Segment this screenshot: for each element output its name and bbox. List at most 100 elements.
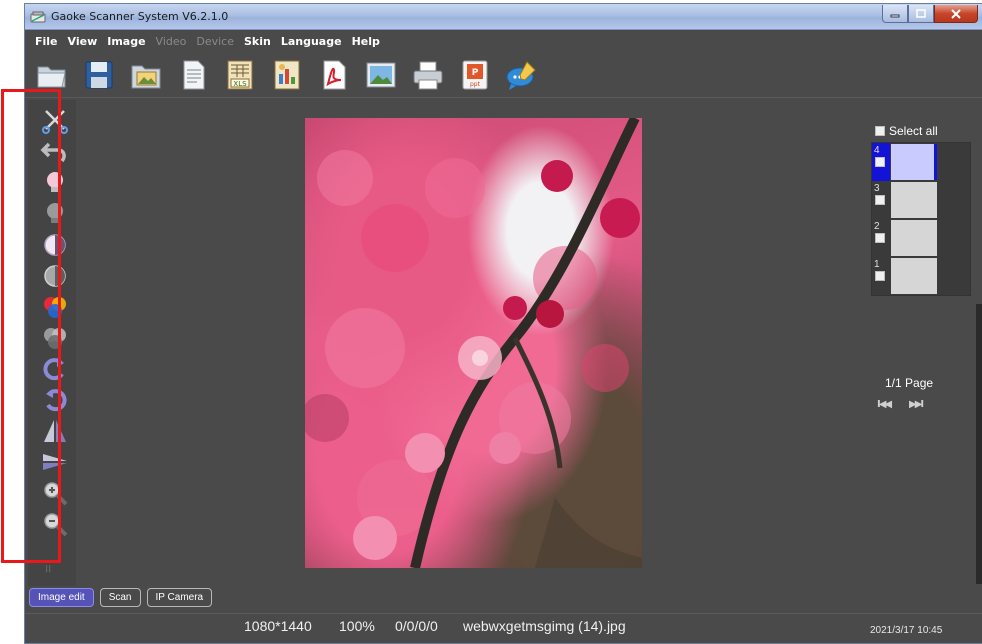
select-all-control[interactable]: Select all [875,124,938,138]
rotate-left-button[interactable] [38,385,72,415]
excel-label: XLS [233,80,247,88]
thumbnail-item[interactable]: 2 [872,219,970,257]
tab-ip-camera[interactable]: IP Camera [146,588,213,607]
thumbnail-item[interactable]: 4 [872,143,970,181]
rotate-right-button[interactable] [38,354,72,384]
contrast-down-icon [44,265,66,287]
save-icon [85,61,113,88]
picture-icon [366,62,396,87]
menu-file[interactable]: File [35,35,58,48]
picture-button[interactable] [364,58,398,92]
thumbnail-number: 1 [874,259,880,270]
rotate-left-icon [46,389,67,412]
thumbnail-number: 3 [874,183,880,194]
menu-skin[interactable]: Skin [244,35,271,48]
maximize-icon [916,9,926,18]
menu-view[interactable]: View [68,35,98,48]
flip-vertical-button[interactable] [38,447,72,477]
open-button[interactable] [35,58,69,92]
color-saturation-down-button[interactable] [38,323,72,353]
select-all-label: Select all [889,124,938,138]
scanner-app-icon [30,11,46,23]
svg-text:P: P [472,68,479,78]
tab-scan[interactable]: Scan [99,588,141,607]
zoom-in-icon [44,482,68,506]
flip-horizontal-button[interactable] [38,416,72,446]
thumbnail-number: 4 [874,145,880,156]
crop-button[interactable] [38,106,72,136]
thumbnail-checkbox[interactable] [875,157,885,167]
thumbnail-number: 2 [874,221,880,232]
ppt-label: ppt [470,81,481,88]
thumbnail-checkbox[interactable] [875,195,885,205]
plum-blossom-photo [305,118,642,568]
thumbnail-checkbox[interactable] [875,271,885,281]
main-toolbar: XLS P ppt [25,52,982,98]
pdf-button[interactable] [317,58,351,92]
image-folder-button[interactable] [129,58,163,92]
status-zoom: 100% [339,618,375,634]
menu-image[interactable]: Image [107,35,145,48]
select-all-checkbox[interactable] [875,126,885,136]
mode-tabs: Image edit Scan IP Camera [29,588,213,607]
thumbnail-preview[interactable] [891,220,937,256]
brightness-up-icon [47,172,63,192]
status-coords: 0/0/0/0 [395,618,438,634]
save-button[interactable] [82,58,116,92]
thumbnail-list: 4 3 2 1 [871,142,971,296]
minimize-icon [890,14,900,17]
menu-bar: File View Image Video Device Skin Langua… [25,30,982,52]
chat-edit-icon [506,60,536,90]
thumbnail-checkbox[interactable] [875,233,885,243]
thumbnail-item[interactable]: 1 [872,257,970,295]
undo-button[interactable] [38,137,72,167]
tab-image-edit[interactable]: Image edit [29,588,94,607]
close-icon [951,8,961,19]
zoom-out-button[interactable] [38,509,72,539]
excel-button[interactable]: XLS [223,58,257,92]
menu-device[interactable]: Device [196,35,234,48]
brightness-down-button[interactable] [38,199,72,229]
menu-language[interactable]: Language [281,35,342,48]
thumbnail-item[interactable]: 3 [872,181,970,219]
minimize-button[interactable] [882,5,908,23]
maximize-button[interactable] [908,5,934,23]
flip-horizontal-icon [44,420,66,442]
close-button[interactable] [934,5,978,23]
contrast-down-button[interactable] [38,261,72,291]
brightness-down-icon [47,203,63,223]
zoom-out-icon [44,513,68,537]
color-saturation-up-button[interactable] [38,292,72,322]
menu-help[interactable]: Help [352,35,380,48]
excel-icon: XLS [227,60,253,89]
flip-vertical-icon [43,454,67,470]
panel-resize-grip-icon[interactable]: ⁞⁞ [45,564,57,580]
contrast-up-button[interactable] [38,230,72,260]
menu-video[interactable]: Video [156,35,187,48]
color-saturation-down-icon [44,328,66,349]
rotate-right-icon [43,358,64,381]
image-edit-toolbar [28,100,76,586]
right-scrollbar[interactable] [976,304,982,584]
last-page-button[interactable]: ▶▶I [909,399,924,410]
zoom-in-button[interactable] [38,478,72,508]
ppt-button[interactable]: P ppt [458,58,492,92]
document-button[interactable] [176,58,210,92]
color-saturation-up-icon [44,297,66,318]
status-timestamp: 2021/3/17 10:45 [870,625,943,636]
app-window: Gaoke Scanner System V6.2.1.0 File View … [24,3,982,644]
thumbnail-preview[interactable] [891,144,937,180]
thumbnail-preview[interactable] [891,182,937,218]
print-button[interactable] [411,58,445,92]
chart-document-button[interactable] [270,58,304,92]
first-page-button[interactable]: I◀◀ [877,399,892,410]
contrast-up-icon [44,234,66,256]
chat-edit-button[interactable] [505,58,539,92]
title-bar[interactable]: Gaoke Scanner System V6.2.1.0 [25,4,982,30]
window-controls [882,5,978,23]
ppt-icon: P ppt [462,60,488,89]
brightness-up-button[interactable] [38,168,72,198]
thumbnail-preview[interactable] [891,258,937,294]
print-icon [413,61,443,89]
window-title: Gaoke Scanner System V6.2.1.0 [51,10,229,23]
